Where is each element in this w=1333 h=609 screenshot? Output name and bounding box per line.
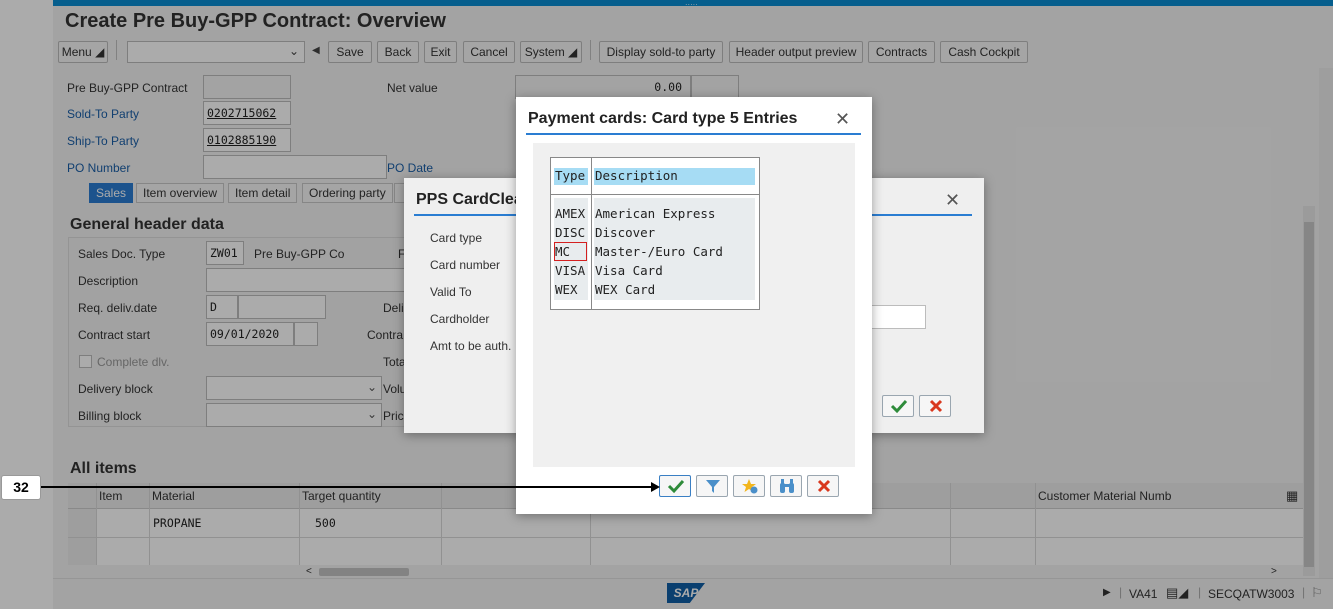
list-item-type[interactable]: VISA (555, 263, 585, 278)
pps-cancel-button[interactable] (919, 395, 951, 417)
filter-icon (706, 480, 720, 493)
cardholder-label: Cardholder (430, 312, 490, 326)
star-add-icon (742, 479, 758, 494)
payment-list-box: Type Description AMEX American Express D… (550, 157, 760, 310)
payment-dialog-title-line (526, 133, 861, 135)
card-type-label: Card type (430, 231, 483, 245)
amt-to-be-auth-label: Amt to be auth. (430, 339, 512, 353)
cancel-x-icon (817, 479, 831, 493)
binoculars-icon (780, 479, 794, 493)
list-item-desc[interactable]: Visa Card (595, 263, 663, 278)
list-item-desc[interactable]: Master-/Euro Card (595, 244, 723, 259)
col-type-header[interactable]: Type (555, 168, 585, 183)
cancel-x-icon (929, 399, 943, 413)
valid-to-label: Valid To (430, 285, 472, 299)
card-number-label: Card number (430, 258, 501, 272)
list-item-desc[interactable]: Discover (595, 225, 655, 240)
pps-confirm-button[interactable] (882, 395, 914, 417)
close-icon[interactable]: ✕ (835, 109, 850, 130)
add-favorite-button[interactable] (733, 475, 765, 497)
list-item-type[interactable]: DISC (555, 225, 585, 240)
list-column-divider (591, 158, 592, 309)
confirm-button[interactable] (659, 475, 691, 497)
annotation-arrow-head (651, 482, 660, 492)
payment-dialog-title: Payment cards: Card type 5 Entries (528, 110, 798, 127)
close-icon[interactable]: ✕ (945, 190, 960, 211)
annotation-callout: 32 (1, 475, 41, 500)
list-item-type[interactable]: AMEX (555, 206, 585, 221)
list-item-desc[interactable]: American Express (595, 206, 715, 221)
checkmark-icon (667, 479, 685, 494)
checkmark-icon (890, 399, 908, 414)
payment-cards-dialog: Payment cards: Card type 5 Entries ✕ Typ… (516, 97, 872, 514)
list-header-divider (551, 194, 759, 195)
pps-dialog-title: PPS CardClea (416, 191, 523, 208)
cancel-button[interactable] (807, 475, 839, 497)
list-item-type[interactable]: WEX (555, 282, 578, 297)
col-desc-header[interactable]: Description (595, 168, 678, 183)
annotation-arrow-line (41, 486, 657, 488)
list-item-type[interactable]: MC (555, 244, 570, 259)
cardholder-field[interactable] (870, 305, 926, 329)
filter-button[interactable] (696, 475, 728, 497)
search-button[interactable] (770, 475, 802, 497)
list-item-desc[interactable]: WEX Card (595, 282, 655, 297)
